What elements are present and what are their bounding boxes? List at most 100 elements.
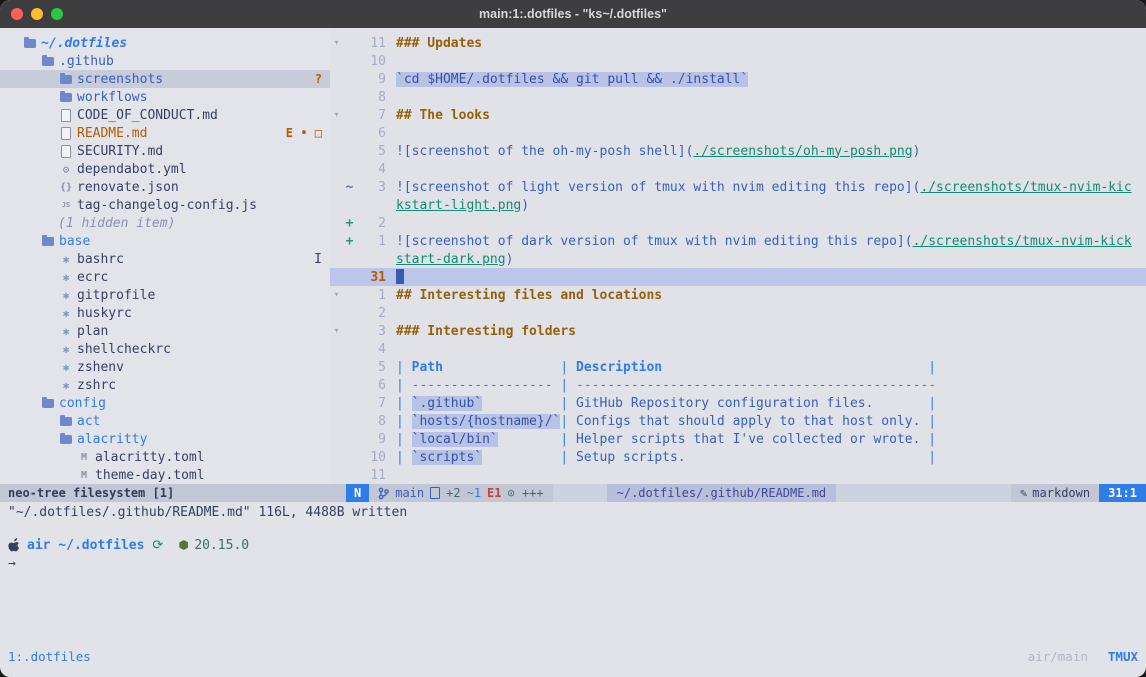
file-icon [58,145,74,158]
tree-item-workflows[interactable]: workflows [0,88,330,106]
editor-line[interactable]: 7| `.github` | GitHub Repository configu… [330,394,1146,412]
line-number: 11 [356,468,396,483]
tmux-window-name[interactable]: 1:.dotfiles [8,649,91,664]
fold-marker[interactable]: ▾ [330,38,343,48]
editor-line[interactable]: 4 [330,160,1146,178]
zoom-button[interactable] [51,8,63,20]
tree-item-alacritty-toml[interactable]: Malacritty.toml [0,448,330,466]
tree-item-label: dependabot.yml [77,162,187,177]
tree-item-shellcheckrc[interactable]: ✱shellcheckrc [0,340,330,358]
tree-item-label: ecrc [77,270,108,285]
editor-line[interactable]: 31 [330,268,1146,286]
tree-item-alacritty[interactable]: alacritty [0,430,330,448]
tree-item-renovate-json[interactable]: {}renovate.json [0,178,330,196]
folder-icon [58,417,74,426]
diff-changed: ~1 [467,486,481,500]
editor-line[interactable]: ▾1## Interesting files and locations [330,286,1146,304]
tree-item-tag-changelog-config-js[interactable]: JStag-changelog-config.js [0,196,330,214]
fold-marker[interactable]: ▾ [330,110,343,120]
tree-item-dotfiles[interactable]: ~/.dotfiles [0,34,330,52]
tree-item-huskyrc[interactable]: ✱huskyrc [0,304,330,322]
line-number: 6 [356,126,396,141]
shell-prompt: air ~/.dotfiles ⟳ 20.15.0 [8,536,1138,554]
titlebar: main:1:.dotfiles - "ks~/.dotfiles" [0,0,1146,28]
editor-line[interactable]: 6 [330,124,1146,142]
tree-item-dependabot-yml[interactable]: ⚙dependabot.yml [0,160,330,178]
editor-line[interactable]: ▾11### Updates [330,34,1146,52]
editor-line[interactable]: 6| ------------------ | ----------------… [330,376,1146,394]
editor-line[interactable]: ~3![screenshot of light version of tmux … [330,178,1146,196]
editor-line[interactable]: ▾7## The looks [330,106,1146,124]
editor-line[interactable]: ▾3### Interesting folders [330,322,1146,340]
close-button[interactable] [11,8,23,20]
editor-line[interactable]: 5| Path | Description | [330,358,1146,376]
line-number: 1 [356,234,396,249]
editor-line[interactable]: start-dark.png) [330,250,1146,268]
tree-badge: • [300,126,308,141]
tree-item-config[interactable]: config [0,394,330,412]
tree-item-screenshots[interactable]: screenshots? [0,70,330,88]
tree-item-label: plan [77,324,108,339]
git-branch-icon [378,487,389,500]
tree-item-label: bashrc [77,252,124,267]
line-text: ## The looks [396,108,1146,123]
shell-icon: ✱ [58,361,74,374]
tree-item-label: zshrc [77,378,116,393]
line-text: | `local/bin` | Helper scripts that I've… [396,432,1146,447]
diff-file-icon [430,487,440,499]
tree-item-zshrc[interactable]: ✱zshrc [0,376,330,394]
editor-line[interactable]: 2 [330,304,1146,322]
editor-line[interactable]: 10| `scripts` | Setup scripts. | [330,448,1146,466]
editor-line[interactable]: 8 [330,88,1146,106]
nodejs-icon [179,540,188,550]
tmux-right-status: air/main TMUX [1028,649,1138,664]
file-tree: ~/.dotfiles.githubscreenshots?workflowsC… [0,28,330,484]
tree-item-label: renovate.json [77,180,179,195]
line-text: | `.github` | GitHub Repository configur… [396,396,1146,411]
folder-open-icon [40,57,56,66]
line-text: ![screenshot of dark version of tmux wit… [396,234,1146,249]
tree-item-gitprofile[interactable]: ✱gitprofile [0,286,330,304]
editor-line[interactable]: +1![screenshot of dark version of tmux w… [330,232,1146,250]
editor-line[interactable]: +2 [330,214,1146,232]
editor-line[interactable]: 5![screenshot of the oh-my-posh shell](.… [330,142,1146,160]
shell-pane: air ~/.dotfiles ⟳ 20.15.0 → 1:.dotfiles … [0,522,1146,677]
line-number: 3 [356,180,396,195]
fold-marker[interactable]: ▾ [330,290,343,300]
editor-line[interactable]: 4 [330,340,1146,358]
diagnostic-extra: ⊙ +++ [508,486,544,500]
line-number: 4 [356,342,396,357]
tree-item-readme-md[interactable]: README.mdE•□ [0,124,330,142]
tree-item-label: screenshots [77,72,163,87]
editor-line[interactable]: 10 [330,52,1146,70]
tree-badge: I [314,252,322,267]
nvim-panes: ~/.dotfiles.githubscreenshots?workflowsC… [0,28,1146,484]
editor-line[interactable]: kstart-light.png) [330,196,1146,214]
tree-item-ecrc[interactable]: ✱ecrc [0,268,330,286]
tree-item-label: shellcheckrc [77,342,171,357]
editor-line[interactable]: 9| `local/bin` | Helper scripts that I'v… [330,430,1146,448]
editor-line[interactable]: 9`cd $HOME/.dotfiles && git pull && ./in… [330,70,1146,88]
tmux-label: TMUX [1108,649,1138,664]
tree-item-bashrc[interactable]: ✱bashrcI [0,250,330,268]
tree-item-theme-day-toml[interactable]: Mtheme-day.toml [0,466,330,484]
tree-item-code-of-conduct-md[interactable]: CODE_OF_CONDUCT.md [0,106,330,124]
tree-item-1-hidden-item[interactable]: (1 hidden item) [0,214,330,232]
minimize-button[interactable] [31,8,43,20]
prompt-host-path: air ~/.dotfiles [27,538,144,553]
line-text: `cd $HOME/.dotfiles && git pull && ./ins… [396,72,1146,87]
tree-item-plan[interactable]: ✱plan [0,322,330,340]
tree-item-security-md[interactable]: SECURITY.md [0,142,330,160]
tree-item-zshenv[interactable]: ✱zshenv [0,358,330,376]
folder-icon [40,237,56,246]
line-text: ### Updates [396,36,1146,51]
tree-item-label: theme-day.toml [95,468,205,483]
tree-item-base[interactable]: base [0,232,330,250]
editor-line[interactable]: 8| `hosts/{hostname}/`| Configs that sho… [330,412,1146,430]
fold-marker[interactable]: ▾ [330,326,343,336]
editor-line[interactable]: 11 [330,466,1146,484]
tree-item-label: base [59,234,90,249]
tree-item-act[interactable]: act [0,412,330,430]
tree-item-github[interactable]: .github [0,52,330,70]
line-number: 9 [356,72,396,87]
